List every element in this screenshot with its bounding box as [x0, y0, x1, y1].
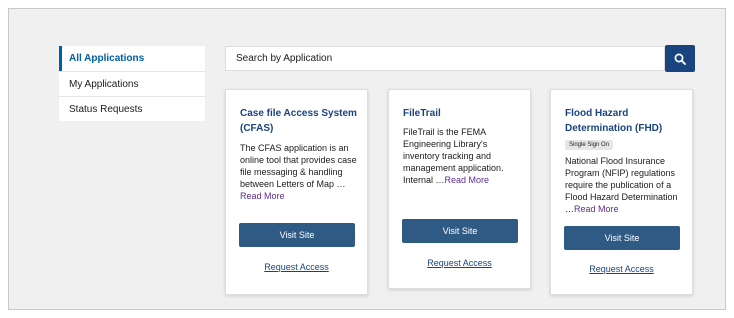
request-access-link[interactable]: Request Access	[226, 262, 367, 272]
card-title[interactable]: Case file Access System (CFAS)	[240, 106, 357, 136]
read-more-link[interactable]: Read More	[240, 191, 285, 201]
card-description-text: The CFAS application is an online tool t…	[240, 143, 357, 189]
sidebar-item-all-applications[interactable]: All Applications	[59, 46, 205, 71]
card-description: The CFAS application is an online tool t…	[240, 142, 357, 202]
sidebar-item-status-requests[interactable]: Status Requests	[59, 96, 205, 121]
single-sign-on-badge: Single Sign On	[565, 140, 614, 150]
sidebar-item-my-applications[interactable]: My Applications	[59, 71, 205, 96]
read-more-link[interactable]: Read More	[445, 175, 490, 185]
card-title[interactable]: Flood Hazard Determination (FHD)	[565, 106, 682, 136]
card-description: National Flood Insurance Program (NFIP) …	[565, 155, 682, 215]
sidebar-item-label: Status Requests	[69, 103, 143, 115]
search-button[interactable]	[665, 45, 695, 72]
sidebar-item-label: My Applications	[69, 78, 139, 90]
card-description: FileTrail is the FEMA Engineering Librar…	[403, 126, 520, 186]
search-input[interactable]: Search by Application	[225, 46, 665, 71]
search-icon	[674, 53, 686, 65]
app-card-filetrail: FileTrail FileTrail is the FEMA Engineer…	[388, 89, 531, 289]
visit-site-button[interactable]: Visit Site	[239, 223, 355, 247]
search-placeholder: Search by Application	[236, 53, 333, 64]
app-card-fhd: Flood Hazard Determination (FHD) Single …	[550, 89, 693, 295]
sidebar-nav: All Applications My Applications Status …	[59, 46, 205, 121]
visit-site-button[interactable]: Visit Site	[564, 226, 680, 250]
read-more-link[interactable]: Read More	[574, 204, 619, 214]
sidebar-item-label: All Applications	[69, 53, 145, 64]
page-frame: All Applications My Applications Status …	[8, 8, 726, 310]
app-card-cfas: Case file Access System (CFAS) The CFAS …	[225, 89, 368, 295]
visit-site-button[interactable]: Visit Site	[402, 219, 518, 243]
request-access-link[interactable]: Request Access	[389, 258, 530, 268]
card-title[interactable]: FileTrail	[403, 106, 520, 121]
request-access-link[interactable]: Request Access	[551, 264, 692, 274]
